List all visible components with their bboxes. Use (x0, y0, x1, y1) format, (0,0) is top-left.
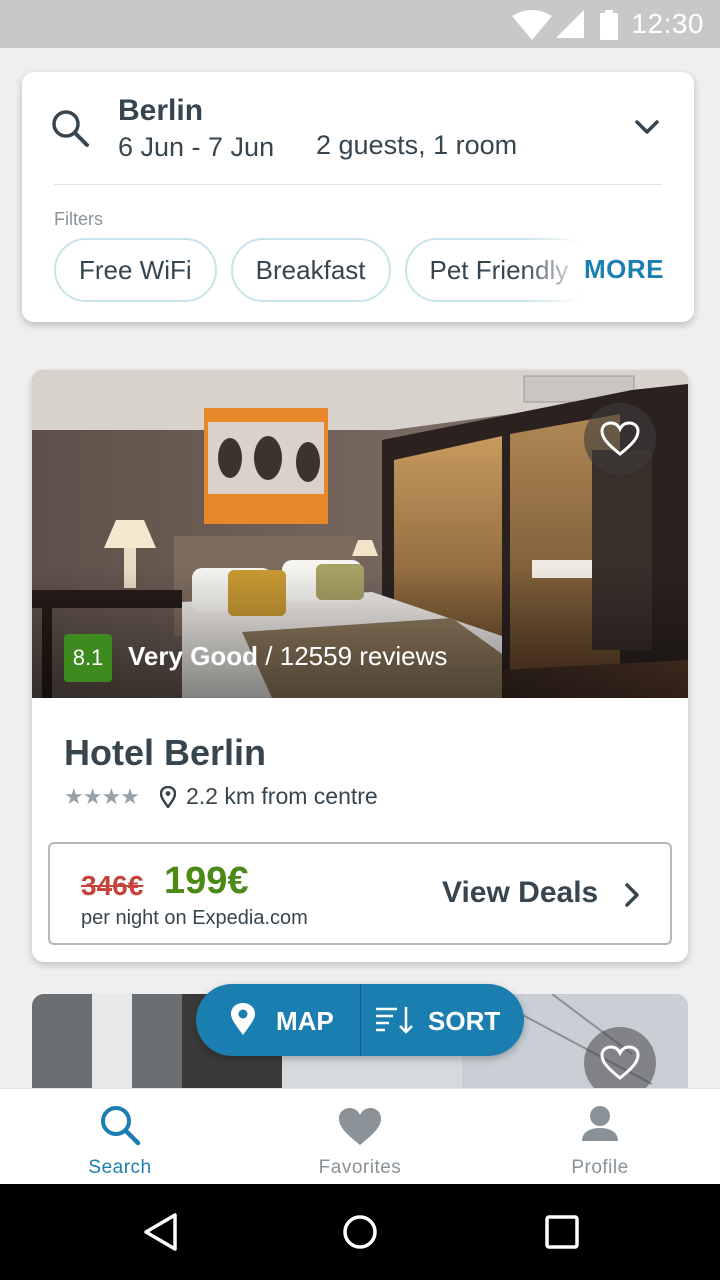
rating-score-badge: 8.1 (64, 634, 112, 682)
chevron-right-icon (625, 883, 639, 907)
heart-icon (600, 1045, 640, 1080)
search-icon (101, 1106, 141, 1146)
star-rating: ★★★★ (64, 784, 140, 809)
destination-city: Berlin (118, 94, 204, 127)
nav-search[interactable]: Search (0, 1089, 240, 1185)
divider (54, 184, 662, 185)
distance-from-centre: 2.2 km from centre (186, 783, 378, 809)
more-filters-button[interactable]: MORE (584, 254, 664, 285)
stay-dates: 6 Jun - 7 Jun (118, 132, 275, 162)
sort-label: SORT (428, 1006, 501, 1036)
back-icon[interactable] (142, 1212, 180, 1252)
filter-chips: Free WiFi Breakfast Pet Friendly (54, 238, 584, 302)
filter-chip-breakfast[interactable]: Breakfast (230, 238, 391, 302)
nav-search-label: Search (88, 1157, 152, 1178)
map-sort-fab: MAP SORT (196, 984, 524, 1056)
deal-box[interactable]: 346€ 199€ per night on Expedia.com View … (48, 842, 672, 945)
sort-button[interactable]: SORT (361, 984, 524, 1056)
price-source: per night on Expedia.com (81, 907, 308, 929)
review-count: / 12559 reviews (265, 641, 448, 671)
filter-chip-free-wifi[interactable]: Free WiFi (54, 238, 217, 302)
search-icon (52, 110, 89, 147)
nav-favorites-label: Favorites (318, 1157, 402, 1178)
nav-favorites[interactable]: Favorites (240, 1089, 480, 1185)
location-pin-icon (160, 786, 176, 808)
view-deals-button[interactable]: View Deals (442, 876, 598, 910)
rating-word: Very Good (128, 641, 259, 671)
guests-rooms: 2 guests, 1 room (316, 130, 518, 160)
chevron-down-icon[interactable] (634, 118, 660, 136)
map-label: MAP (276, 1006, 334, 1036)
clock: 12:30 (631, 8, 704, 39)
chips-fade (522, 238, 584, 302)
system-nav-bar (0, 1184, 720, 1280)
nav-profile[interactable]: Profile (480, 1089, 720, 1185)
bottom-navigation: Search Favorites Profile (0, 1088, 720, 1184)
hotel-card[interactable]: 8.1 Very Good / 12559 reviews Hotel Berl… (32, 370, 688, 962)
cell-signal-icon (556, 10, 584, 38)
hotel-name: Hotel Berlin (64, 732, 267, 773)
rating-summary: Very Good / 12559 reviews (128, 641, 447, 672)
recents-icon[interactable] (544, 1212, 580, 1252)
filters-label: Filters (54, 209, 103, 229)
sort-icon (376, 1007, 413, 1034)
map-button[interactable]: MAP (196, 984, 360, 1056)
person-icon (582, 1106, 618, 1141)
old-price: 346€ (81, 870, 144, 901)
battery-icon (600, 10, 618, 40)
favorite-button[interactable] (584, 403, 656, 475)
search-summary-card[interactable]: Berlin 6 Jun - 7 Jun 2 guests, 1 room Fi… (22, 72, 694, 322)
home-icon[interactable] (342, 1212, 378, 1252)
status-bar: 12:30 (0, 0, 720, 48)
nav-profile-label: Profile (571, 1157, 629, 1178)
heart-icon (339, 1108, 381, 1145)
map-pin-icon (231, 1003, 255, 1035)
deal-price: 199€ (164, 860, 249, 902)
heart-icon (600, 421, 640, 456)
wifi-icon (512, 10, 552, 40)
